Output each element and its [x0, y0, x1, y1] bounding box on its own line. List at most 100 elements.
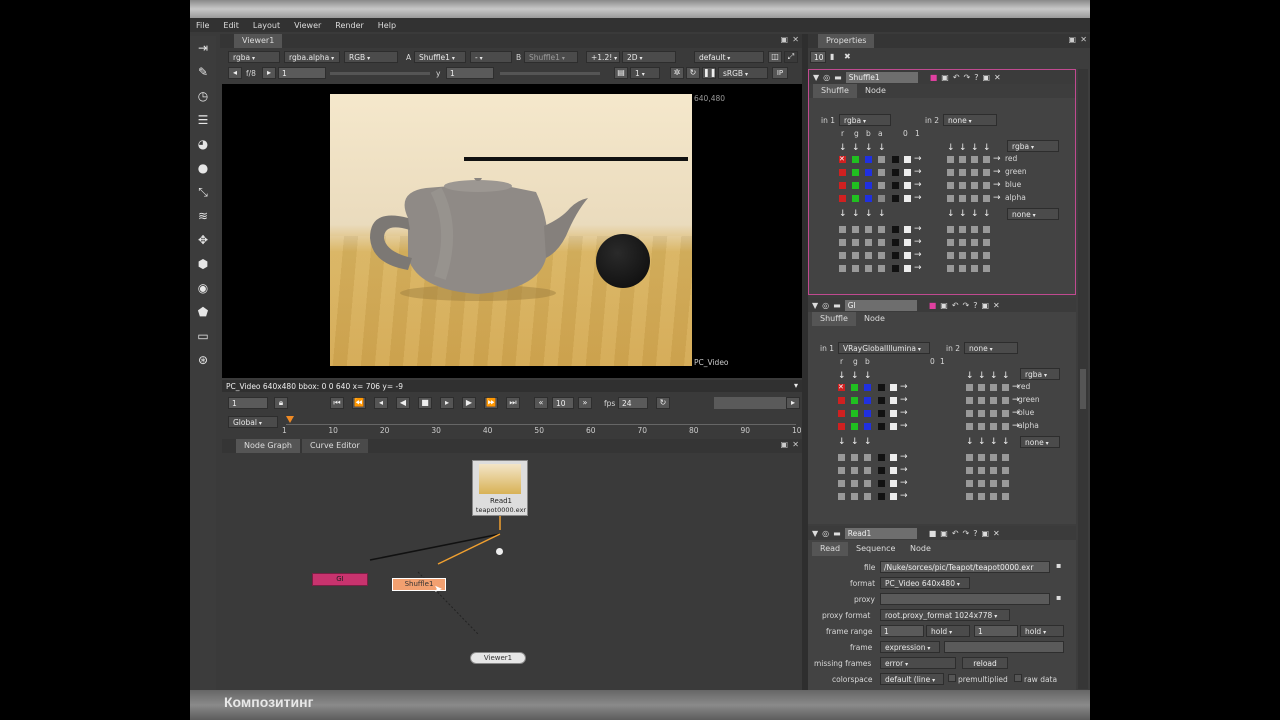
shuffle-channel-toggle[interactable] — [890, 397, 897, 404]
shuffle-channel-toggle[interactable]: ✕ — [838, 384, 845, 391]
shuffle-channel-toggle[interactable] — [878, 410, 885, 417]
prev-keyframe-icon[interactable]: ⏪ — [352, 397, 366, 409]
shuffle-channel-toggle[interactable] — [865, 156, 872, 163]
shuffle-channel-toggle[interactable] — [838, 480, 845, 487]
shuffle-channel-toggle[interactable] — [959, 252, 966, 259]
menu-viewer[interactable]: Viewer — [294, 21, 321, 30]
shuffle-channel-toggle[interactable] — [839, 169, 846, 176]
prev-frame-icon[interactable]: ◂ — [374, 397, 388, 409]
shuffle-channel-toggle[interactable] — [852, 252, 859, 259]
read-node[interactable]: Read1 teapot0000.exr — [472, 460, 528, 516]
shuffle-channel-toggle[interactable] — [983, 239, 990, 246]
shuffle-channel-toggle[interactable] — [959, 239, 966, 246]
shuffle-channel-toggle[interactable] — [1002, 493, 1009, 500]
tab-shuffle[interactable]: Shuffle — [812, 312, 856, 326]
shuffle-channel-toggle[interactable] — [947, 252, 954, 259]
input-a-dropdown[interactable]: Shuffle1 — [414, 51, 466, 63]
shuffle-channel-toggle[interactable] — [978, 384, 985, 391]
shuffle-channel-toggle[interactable] — [839, 182, 846, 189]
shuffle-channel-toggle[interactable] — [983, 182, 990, 189]
out1-dropdown[interactable]: rgba — [1007, 140, 1059, 152]
lut-dropdown[interactable]: default — [694, 51, 764, 63]
shuffle-channel-toggle[interactable] — [851, 410, 858, 417]
shuffle-channel-toggle[interactable] — [852, 265, 859, 272]
shuffle-channel-toggle[interactable] — [892, 182, 899, 189]
shuffle-channel-toggle[interactable] — [878, 226, 885, 233]
shuffle-channel-toggle[interactable] — [864, 467, 871, 474]
tab-sequence[interactable]: Sequence — [848, 542, 904, 556]
shuffle-channel-toggle[interactable] — [947, 195, 954, 202]
display-channel-dropdown[interactable]: RGB — [344, 51, 398, 63]
help-icon[interactable]: ? — [973, 529, 977, 538]
node-color-icon[interactable]: ▬ — [834, 73, 842, 82]
font-color-icon[interactable]: ▣ — [940, 529, 948, 538]
shuffle-channel-toggle[interactable] — [878, 480, 885, 487]
shuffle-channel-toggle[interactable] — [1002, 410, 1009, 417]
shuffle-channel-toggle[interactable] — [878, 384, 885, 391]
increment-field[interactable]: 10 — [552, 397, 574, 409]
dot-node[interactable] — [496, 548, 503, 555]
shuffle-channel-toggle[interactable] — [971, 195, 978, 202]
out2-dropdown[interactable]: none — [1007, 208, 1059, 220]
shuffle-channel-toggle[interactable] — [865, 226, 872, 233]
shuffle-channel-toggle[interactable] — [852, 156, 859, 163]
max-panels-field[interactable]: 10 — [810, 51, 826, 63]
shuffle-channel-toggle[interactable] — [864, 493, 871, 500]
raw-data-checkbox[interactable] — [1014, 674, 1022, 682]
skip-forward-icon[interactable]: » — [578, 397, 592, 409]
fullscreen-icon[interactable]: ⤢ — [784, 51, 798, 63]
first-frame-icon[interactable]: ⏮ — [330, 397, 344, 409]
reload-button[interactable]: reload — [962, 657, 1008, 669]
shuffle-channel-toggle[interactable] — [990, 410, 997, 417]
shuffle-channel-toggle[interactable] — [839, 226, 846, 233]
frame-expression-field[interactable] — [944, 641, 1064, 653]
roi-icon[interactable]: ◫ — [768, 51, 782, 63]
float-icon[interactable]: ▣ — [1068, 35, 1076, 44]
shuffle-channel-toggle[interactable] — [990, 397, 997, 404]
gi-shuffle-node[interactable]: GI — [312, 573, 368, 586]
fps-field[interactable]: 24 — [618, 397, 648, 409]
shuffle-channel-toggle[interactable] — [947, 226, 954, 233]
shuffle-channel-toggle[interactable] — [971, 226, 978, 233]
other-tools-icon[interactable]: ▭ — [190, 324, 216, 348]
shuffle-channel-toggle[interactable] — [851, 493, 858, 500]
next-frame-icon[interactable]: ▸ — [440, 397, 454, 409]
proxy-browse-icon[interactable]: ▪ — [1056, 593, 1061, 602]
before-dropdown[interactable]: hold — [926, 625, 970, 637]
shuffle-channel-toggle[interactable] — [966, 423, 973, 430]
shuffle-channel-toggle[interactable] — [892, 265, 899, 272]
node-color-icon[interactable]: ▬ — [833, 301, 841, 310]
shuffle-channel-toggle[interactable] — [904, 182, 911, 189]
display-icon[interactable]: ▤ — [614, 67, 628, 79]
shuffle-channel-toggle[interactable] — [959, 169, 966, 176]
shuffle-channel-toggle[interactable] — [990, 384, 997, 391]
shuffle-channel-toggle[interactable] — [864, 410, 871, 417]
fstop-left-icon[interactable]: ◂ — [228, 67, 242, 79]
in1-dropdown[interactable]: VRayGlobalIllumina — [838, 342, 930, 354]
shuffle-channel-toggle[interactable] — [878, 467, 885, 474]
shuffle-channel-toggle[interactable] — [864, 397, 871, 404]
shuffle-channel-toggle[interactable] — [864, 384, 871, 391]
shuffle-channel-toggle[interactable] — [851, 423, 858, 430]
proxy-scale-dropdown[interactable]: +1.2! — [586, 51, 620, 63]
shuffle-channel-toggle[interactable] — [890, 384, 897, 391]
view-node-icon[interactable]: ◎ — [823, 73, 830, 82]
channel-tools-icon[interactable]: ☰ — [190, 108, 216, 132]
proxy-field[interactable] — [880, 593, 1050, 605]
viewer-canvas[interactable]: 640,480 PC_Video — [222, 84, 802, 378]
shuffle-channel-toggle[interactable] — [983, 195, 990, 202]
shuffle-channel-toggle[interactable] — [851, 454, 858, 461]
shuffle-channel-toggle[interactable] — [890, 467, 897, 474]
clipping-icon[interactable]: ✲ — [670, 67, 684, 79]
shuffle-channel-toggle[interactable] — [878, 156, 885, 163]
shuffle-channel-toggle[interactable] — [971, 265, 978, 272]
shuffle-channel-toggle[interactable]: ✕ — [839, 156, 846, 163]
tab-node[interactable]: Node — [902, 542, 939, 556]
shuffle-channel-toggle[interactable] — [947, 265, 954, 272]
shuffle-channel-toggle[interactable] — [865, 252, 872, 259]
close-icon[interactable]: ✕ — [792, 35, 799, 44]
shuffle-channel-toggle[interactable] — [890, 493, 897, 500]
metadata-tools-icon[interactable]: ⬟ — [190, 300, 216, 324]
shuffle-channel-toggle[interactable] — [838, 454, 845, 461]
shuffle-channel-toggle[interactable] — [1002, 384, 1009, 391]
